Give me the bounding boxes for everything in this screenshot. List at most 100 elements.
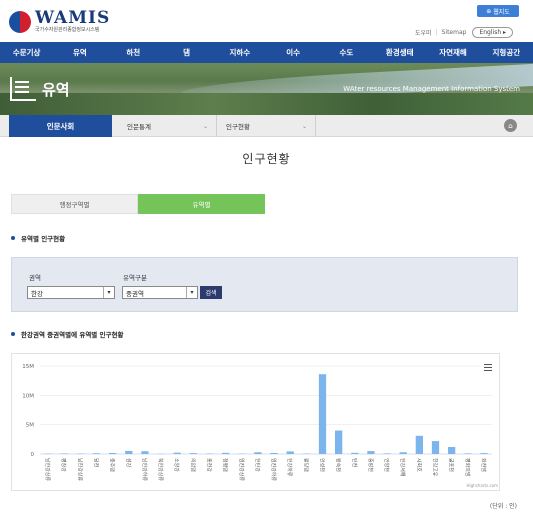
chevron-down-icon: ⌄	[202, 122, 208, 130]
x-tick-label: 섬강	[125, 458, 132, 468]
util-links: 도우미 | Sitemap English ▸	[415, 27, 514, 38]
y-tick-label: 0	[31, 452, 35, 458]
x-tick-label: 남한강상류	[44, 458, 51, 481]
lnb-select-category[interactable]: 인문통계 ⌄	[119, 115, 217, 137]
x-tick-label: 평창강	[60, 458, 67, 472]
page-title: 인구현황	[242, 152, 291, 166]
x-tick-label: 소양강	[173, 458, 180, 472]
bar	[318, 374, 327, 454]
search-button[interactable]: 검색	[200, 286, 222, 299]
x-tick-label: 한강고유	[432, 458, 439, 477]
bar	[286, 451, 294, 454]
y-tick-label: 15M	[22, 364, 34, 370]
chart-container: 0 5M 10M 15M 남한강상류 평창강 남한강상류 달천 충주댐 섬강 남한강하류 북한강상류 소…	[11, 353, 500, 491]
home-icon[interactable]: ⌂	[504, 119, 517, 132]
gnb-item-disaster[interactable]: 자연재해	[426, 47, 479, 58]
logo-title: WAMIS	[35, 8, 111, 28]
x-tick-label: 중랑천	[367, 458, 374, 472]
basin-type-select[interactable]: 중권역 ▾	[122, 286, 198, 299]
gnb-item-hydromet[interactable]: 수문기상	[0, 47, 53, 58]
x-tick-label: 한강하류	[286, 458, 293, 477]
lnb-current[interactable]: 인문사회	[9, 115, 112, 137]
gnb-item-water-use[interactable]: 이수	[266, 47, 319, 58]
banner-trees-image	[0, 93, 533, 115]
section-title-chart: 한강권역 중권역별에 유역별 인구현황	[11, 329, 123, 339]
x-tick-label: 왕숙천	[335, 458, 342, 472]
bar	[270, 452, 278, 454]
gnb-item-river[interactable]: 하천	[107, 47, 160, 58]
globe-icon: ⊕	[486, 7, 492, 15]
web-map-button[interactable]: ⊕ 웹지도	[477, 5, 519, 17]
unit-label: (단위 : 인)	[489, 503, 517, 510]
bar	[189, 453, 197, 454]
bar	[399, 452, 407, 454]
main-nav: 수문기상 유역 하천 댐 지하수 이수 수도 환경생태 자연재해 지형공간	[0, 42, 533, 63]
x-tick-label: 안양천	[383, 458, 390, 472]
bar	[109, 453, 117, 454]
gnb-item-water-supply[interactable]: 수도	[320, 47, 373, 58]
bar	[351, 452, 359, 454]
bar	[431, 441, 440, 454]
banner-title: 유역	[10, 77, 70, 101]
basin-icon	[10, 77, 36, 101]
bar	[464, 453, 472, 454]
hamburger-menu-icon[interactable]	[484, 364, 492, 373]
tab-bar: 행정구역별 유역별	[11, 194, 265, 214]
search-panel: 권역 한강 ▾ 유역구분 중권역 ▾ 검색	[11, 257, 518, 312]
bar	[480, 453, 488, 454]
area-select[interactable]: 한강 ▾	[27, 286, 115, 299]
x-tick-label: 시화호	[415, 458, 421, 472]
y-tick-label: 5M	[26, 423, 34, 429]
logo-subtitle: 국가수자원관리종합정보시스템	[35, 27, 100, 33]
sitemap-link[interactable]: Sitemap	[442, 29, 467, 36]
x-tick-label: 탄천	[351, 458, 358, 468]
gnb-item-terrain[interactable]: 지형공간	[480, 47, 533, 58]
bar	[92, 453, 101, 454]
language-button[interactable]: English ▸	[472, 27, 514, 38]
x-tick-label: 임진강상류	[238, 458, 245, 481]
logo[interactable]: WAMIS 국가수자원관리종합정보시스템	[9, 10, 110, 33]
gnb-item-basin[interactable]: 유역	[53, 47, 106, 58]
gnb-item-ecology[interactable]: 환경생태	[373, 47, 426, 58]
section-title-basin-population: 유역별 인구현황	[11, 233, 65, 243]
basin-type-label: 유역구분	[123, 274, 147, 282]
x-tick-label: 홍천강	[206, 458, 213, 472]
bar	[335, 430, 343, 454]
tab-admin-area[interactable]: 행정구역별	[11, 194, 138, 214]
x-tick-label: 평화의댐	[464, 458, 471, 477]
x-tick-label: 팔당댐	[302, 458, 309, 472]
divider: |	[435, 29, 438, 36]
lnb-select-page[interactable]: 인구현황 ⌄	[218, 115, 316, 137]
gnb-item-dam[interactable]: 댐	[160, 47, 213, 58]
x-tick-label: 충주댐	[109, 458, 116, 472]
x-tick-label: 남한강상류	[76, 458, 83, 481]
bar	[60, 453, 68, 454]
chevron-down-icon: ⌄	[301, 122, 307, 130]
chevron-down-icon: ▾	[186, 287, 197, 298]
chevron-down-icon: ▾	[103, 287, 114, 298]
x-tick-label: 한탄강	[254, 458, 261, 472]
y-tick-label: 10M	[22, 393, 34, 399]
x-tick-label: 달천	[93, 458, 100, 468]
bar	[448, 446, 456, 454]
bar	[125, 450, 133, 454]
x-tick-label: 안성천	[319, 458, 326, 472]
bar	[141, 451, 149, 454]
bar	[222, 452, 230, 454]
bar	[254, 452, 262, 454]
x-tick-label: 한강서해	[399, 458, 406, 477]
x-tick-label: 임진강하류	[270, 458, 277, 481]
help-link[interactable]: 도우미	[415, 28, 432, 37]
area-label: 권역	[29, 274, 41, 282]
x-tick-label: 북한강상류	[157, 458, 164, 481]
header: WAMIS 국가수자원관리종합정보시스템 ⊕ 웹지도 도우미 | Sitemap…	[0, 0, 533, 40]
bullet-icon	[11, 236, 15, 240]
x-tick-label: 굴포천	[448, 458, 455, 472]
population-bar-chart: 0 5M 10M 15M 남한강상류 평창강 남한강상류 달천 충주댐 섬강 남한강하류 북한강상류 소…	[22, 364, 498, 488]
bar	[173, 452, 181, 454]
x-tick-label: 청평댐	[222, 458, 229, 472]
tab-basin[interactable]: 유역별	[138, 194, 265, 214]
taegeuk-logo-icon	[9, 10, 31, 33]
gnb-item-groundwater[interactable]: 지하수	[213, 47, 266, 58]
bullet-icon	[11, 332, 15, 336]
